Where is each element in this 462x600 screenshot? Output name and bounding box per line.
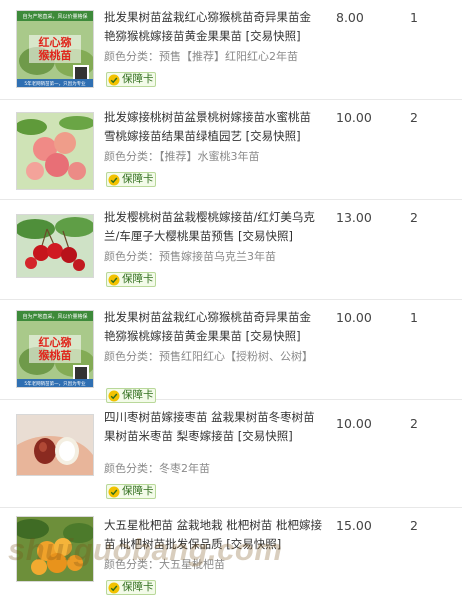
thumbnail-title-2: 猴桃苗 (39, 348, 72, 362)
unit-price: 15.00 (336, 518, 372, 533)
product-thumbnail[interactable] (16, 516, 94, 582)
quantity: 2 (410, 110, 418, 125)
thumbnail-top-caption: 自为产地直采，风以价量格保 (22, 313, 87, 320)
cherry-fruit-photo-icon (17, 215, 93, 277)
guarantee-card-label: 保障卡 (122, 581, 154, 593)
product-thumbnail[interactable] (16, 112, 94, 190)
thumbnail-bottom-caption: 5年老网销苗第一，只因为专业 (24, 80, 86, 87)
product-title-link[interactable]: 四川枣树苗嫁接枣苗 盆栽果树苗冬枣树苗果树苗米枣苗 梨枣嫁接苗 [交易快照] (104, 408, 322, 446)
product-thumbnail[interactable]: 自为产地直采，风以价量格保 红心猕 猴桃苗 5年老网销苗第一，只因为专业 (16, 310, 94, 388)
product-variant: 颜色分类：预售【推荐】红阳红心2年苗 (104, 50, 298, 63)
loquat-fruit-photo-icon (17, 517, 93, 581)
guarantee-icon (108, 74, 120, 85)
guarantee-card-badge[interactable]: 保障卡 (106, 580, 156, 595)
order-item-row: 自为产地直采，风以价量格保 红心猕 猴桃苗 5年老网销苗第一，只因为专业 批发果… (0, 300, 462, 403)
thumbnail-title-1: 红心猕 (39, 335, 72, 349)
guarantee-card-badge[interactable]: 保障卡 (106, 272, 156, 287)
product-title-link[interactable]: 大五星枇杷苗 盆栽地栽 枇杷树苗 枇杷嫁接苗 枇杷树苗批发保品质 [交易快照] (104, 516, 322, 554)
quantity: 2 (410, 518, 418, 533)
product-title-link[interactable]: 批发嫁接桃树苗盆景桃树嫁接苗水蜜桃苗雪桃嫁接苗结果苗绿植园艺 [交易快照] (104, 108, 322, 146)
order-item-row: 批发樱桃树苗盆栽樱桃嫁接苗/红灯美乌克兰/车厘子大樱桃果苗预售 [交易快照] 颜… (0, 200, 462, 300)
product-title-link[interactable]: 批发果树苗盆栽红心猕猴桃苗奇异果苗金艳猕猴桃嫁接苗黄金果果苗 [交易快照] (104, 308, 322, 346)
order-item-list: 自为产地直采，风以价量格保 红心猕 猴桃苗 5年老网销苗第一，只因为专业 批发果… (0, 0, 462, 600)
product-thumbnail[interactable] (16, 214, 94, 278)
product-title-link[interactable]: 批发樱桃树苗盆栽樱桃嫁接苗/红灯美乌克兰/车厘子大樱桃果苗预售 [交易快照] (104, 208, 322, 246)
quantity: 2 (410, 210, 418, 225)
order-item-row: 自为产地直采，风以价量格保 红心猕 猴桃苗 5年老网销苗第一，只因为专业 批发果… (0, 0, 462, 100)
product-thumbnail[interactable]: 自为产地直采，风以价量格保 红心猕 猴桃苗 5年老网销苗第一，只因为专业 (16, 10, 94, 88)
order-item-row: 大五星枇杷苗 盆栽地栽 枇杷树苗 枇杷嫁接苗 枇杷树苗批发保品质 [交易快照] … (0, 508, 462, 600)
unit-price: 10.00 (336, 416, 372, 431)
quantity: 1 (410, 10, 418, 25)
guarantee-card-label: 保障卡 (122, 173, 154, 185)
product-variant: 颜色分类：预售红阳红心【授粉树、公树】 (104, 350, 313, 363)
guarantee-card-label: 保障卡 (122, 273, 154, 285)
guarantee-card-badge[interactable]: 保障卡 (106, 72, 156, 87)
guarantee-card-label: 保障卡 (122, 73, 154, 85)
product-variant: 颜色分类：冬枣2年苗 (104, 462, 210, 475)
order-item-row: 四川枣树苗嫁接枣苗 盆栽果树苗冬枣树苗果树苗米枣苗 梨枣嫁接苗 [交易快照] 颜… (0, 400, 462, 508)
peach-fruit-photo-icon (17, 113, 93, 189)
quantity: 1 (410, 310, 418, 325)
unit-price: 13.00 (336, 210, 372, 225)
thumbnail-bottom-caption: 5年老网销苗第一，只因为专业 (24, 380, 86, 387)
product-thumbnail[interactable] (16, 414, 94, 476)
product-variant: 颜色分类：【推荐】水蜜桃3年苗 (104, 150, 260, 163)
guarantee-card-badge[interactable]: 保障卡 (106, 484, 156, 499)
product-variant: 颜色分类：预售嫁接苗乌克兰3年苗 (104, 250, 276, 263)
guarantee-icon (108, 486, 120, 497)
product-variant: 颜色分类：大五星枇杷苗 (104, 558, 225, 571)
kiwi-seedling-photo-icon: 自为产地直采，风以价量格保 红心猕 猴桃苗 5年老网销苗第一，只因为专业 (17, 311, 93, 387)
order-item-row: 批发嫁接桃树苗盆景桃树嫁接苗水蜜桃苗雪桃嫁接苗结果苗绿植园艺 [交易快照] 颜色… (0, 100, 462, 200)
guarantee-card-badge[interactable]: 保障卡 (106, 172, 156, 187)
jujube-hand-photo-icon (17, 415, 93, 475)
thumbnail-top-caption: 自为产地直采，风以价量格保 (22, 13, 87, 20)
kiwi-seedling-photo-icon: 自为产地直采，风以价量格保 红心猕 猴桃苗 5年老网销苗第一，只因为专业 (17, 11, 93, 87)
unit-price: 10.00 (336, 310, 372, 325)
guarantee-icon (108, 274, 120, 285)
thumbnail-title-1: 红心猕 (39, 35, 72, 49)
guarantee-card-label: 保障卡 (122, 485, 154, 497)
quantity: 2 (410, 416, 418, 431)
guarantee-icon (108, 174, 120, 185)
unit-price: 8.00 (336, 10, 364, 25)
unit-price: 10.00 (336, 110, 372, 125)
product-title-link[interactable]: 批发果树苗盆栽红心猕猴桃苗奇异果苗金艳猕猴桃嫁接苗黄金果果苗 [交易快照] (104, 8, 322, 46)
guarantee-icon (108, 582, 120, 593)
thumbnail-title-2: 猴桃苗 (39, 48, 72, 62)
